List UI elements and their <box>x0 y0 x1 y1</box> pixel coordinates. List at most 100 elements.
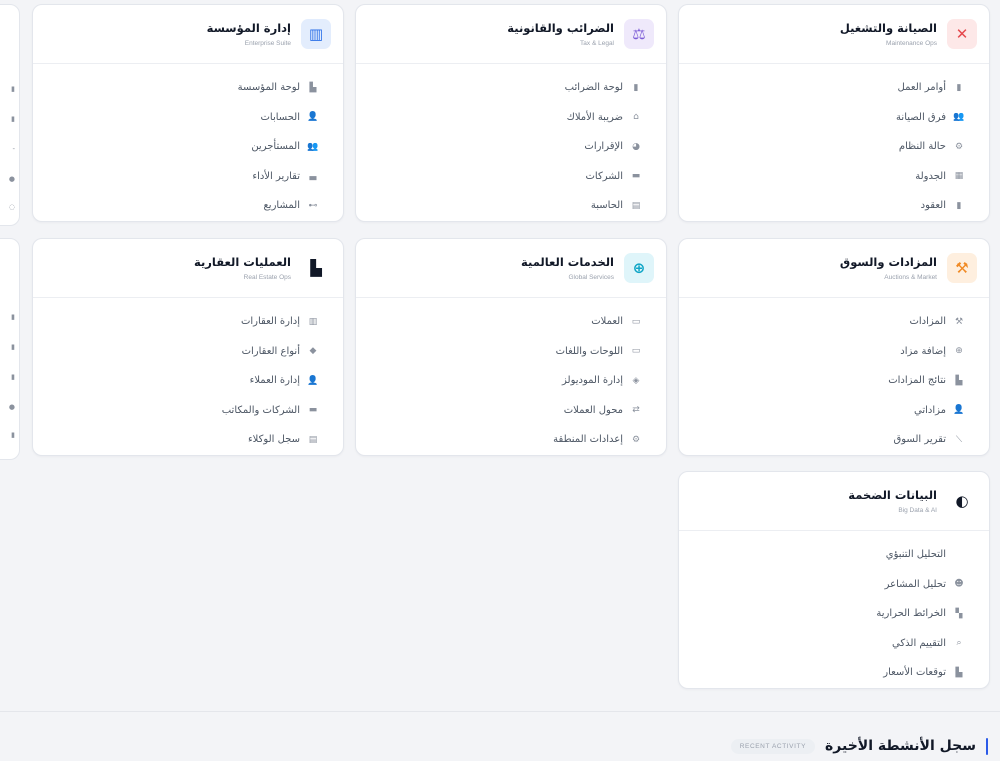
menu-item-heat-maps[interactable]: ▚ الخرائط الحرارية <box>679 599 989 629</box>
card-header: ⚖ الضرائب والقانونية Tax & Legal <box>356 5 666 64</box>
card-subtitle: Tax & Legal <box>580 40 614 47</box>
menu-item-system-status[interactable]: ⚙ حالة النظام <box>679 132 989 162</box>
user-cog-icon: 👤 <box>307 112 319 123</box>
partial-card-top[interactable]: ▮ ▮ ‑ ● ◌ <box>0 4 20 226</box>
menu-item-declarations[interactable]: ◕ الإقرارات <box>356 132 666 162</box>
card-subtitle: Big Data & AI <box>898 507 937 514</box>
file-icon: ▮ <box>633 82 639 93</box>
chart-line-icon: ⟋ <box>955 434 963 445</box>
card-header: ◐ البيانات الضخمة Big Data & AI <box>679 472 989 531</box>
card-maintenance[interactable]: ✕ الصيانة والتشغيل Maintenance Ops ▮ أوام… <box>678 4 990 222</box>
plus-circle-icon: ⊕ <box>955 346 963 357</box>
menu-item-region-settings[interactable]: ⚙ إعدادات المنطقة <box>356 425 666 455</box>
gavel-icon: ⚒ <box>947 253 977 283</box>
card-auctions-market[interactable]: ⚒ المزادات والسوق Auctions & Market ⚒ الم… <box>678 238 990 456</box>
card-tax-legal[interactable]: ⚖ الضرائب والقانونية Tax & Legal ▮ لوحة ا… <box>355 4 667 222</box>
partial-icon: ● <box>8 403 15 411</box>
menu-item-modules[interactable]: ◈ إدارة الموديولز <box>356 366 666 396</box>
users-icon: 👥 <box>307 141 319 152</box>
file-icon: ▮ <box>956 200 962 211</box>
menu-item-work-orders[interactable]: ▮ أوامر العمل <box>679 73 989 103</box>
menu-item-calculator[interactable]: ▤ الحاسبة <box>356 191 666 221</box>
partial-icon: ▮ <box>11 115 15 123</box>
card-title: البيانات الضخمة <box>848 488 937 502</box>
cog-icon: ⚙ <box>631 434 641 445</box>
menu-item-property-types[interactable]: ◆ أنواع العقارات <box>33 337 343 367</box>
tags-icon: ◆ <box>309 346 317 357</box>
accent-bar <box>986 737 988 755</box>
partial-icon: ◌ <box>8 203 15 211</box>
scales-icon: ⚖ <box>624 19 654 49</box>
menu-item-my-auctions[interactable]: 👤 مزاداتي <box>679 396 989 426</box>
wrench-screwdriver-icon: ✕ <box>947 19 977 49</box>
partial-card-middle[interactable]: ▮ ▮ ▮ ● ▮ <box>0 238 20 460</box>
card-enterprise[interactable]: ▥ إدارة المؤسسة Enterprise Suite ▙ لوحة ا… <box>32 4 344 222</box>
menu-item-market-report[interactable]: ⟋ تقرير السوق <box>679 425 989 455</box>
search-icon: ⌕ <box>956 638 962 649</box>
briefcase-icon: ▬ <box>308 405 318 416</box>
building-icon: ▥ <box>301 19 331 49</box>
menu-item-companies-offices[interactable]: ▬ الشركات والمكاتب <box>33 396 343 426</box>
menu-item-maintenance-teams[interactable]: 👥 فرق الصيانة <box>679 103 989 133</box>
money-bill-icon: ▭ <box>631 316 641 327</box>
menu-item-tax-dashboard[interactable]: ▮ لوحة الضرائب <box>356 73 666 103</box>
partial-icon: ▮ <box>11 373 15 381</box>
city-icon: ▙ <box>301 253 331 283</box>
industry-icon: ▙ <box>309 82 317 93</box>
menu-item-add-auction[interactable]: ⊕ إضافة مزاد <box>679 337 989 367</box>
calculator-icon: ▤ <box>631 200 641 211</box>
card-real-estate-ops[interactable]: ▙ العمليات العقارية Real Estate Ops ▥ إدا… <box>32 238 344 456</box>
partial-icon: ▮ <box>11 431 15 439</box>
menu-item-price-forecasts[interactable]: ▙ توقعات الأسعار <box>679 658 989 688</box>
card-header: ▥ إدارة المؤسسة Enterprise Suite <box>33 5 343 64</box>
home-icon: ⌂ <box>633 112 639 123</box>
menu-item-performance-reports[interactable]: ▃ تقارير الأداء <box>33 162 343 192</box>
card-header: ▙ العمليات العقارية Real Estate Ops <box>33 239 343 298</box>
menu-item-property-management[interactable]: ▥ إدارة العقارات <box>33 307 343 337</box>
calendar-icon: ▦ <box>954 171 964 182</box>
users-icon: 👥 <box>953 112 965 123</box>
card-header: ⚒ المزادات والسوق Auctions & Market <box>679 239 989 298</box>
recent-activity-header: سجل الأنشطة الأخيرة RECENT ACTIVITY <box>730 731 988 761</box>
menu-item-projects[interactable]: ⊶ المشاريع <box>33 191 343 221</box>
clipboard-icon: ▮ <box>956 82 962 93</box>
menu-item-property-tax[interactable]: ⌂ ضريبة الأملاك <box>356 103 666 133</box>
briefcase-icon: ▬ <box>631 171 641 182</box>
menu-item-auction-results[interactable]: ▙ نتائج المزادات <box>679 366 989 396</box>
card-header: ✕ الصيانة والتشغيل Maintenance Ops <box>679 5 989 64</box>
menu-item-agents-registry[interactable]: ▤ سجل الوكلاء <box>33 425 343 455</box>
card-global-services[interactable]: ⊕ الخدمات العالمية Global Services ▭ العم… <box>355 238 667 456</box>
chart-bar-icon: ▙ <box>955 375 963 386</box>
building-icon: ▥ <box>308 316 318 327</box>
menu-item-companies[interactable]: ▬ الشركات <box>356 162 666 192</box>
menu-item-smart-valuation[interactable]: ⌕ التقييم الذكي <box>679 629 989 659</box>
menu-item-currencies[interactable]: ▭ العملات <box>356 307 666 337</box>
user-cog-icon: 👤 <box>953 405 965 416</box>
menu-item-scheduling[interactable]: ▦ الجدولة <box>679 162 989 192</box>
menu-item-sentiment-analysis[interactable]: ☻ تحليل المشاعر <box>679 570 989 600</box>
menu-item-languages[interactable]: ▭ اللوحات واللغات <box>356 337 666 367</box>
gears-icon: ⚙ <box>954 141 964 152</box>
globe-icon: ⊕ <box>624 253 654 283</box>
smile-icon: ☻ <box>954 579 964 590</box>
menu-item-accounts[interactable]: 👤 الحسابات <box>33 103 343 133</box>
menu-item-predictive-analysis[interactable]: التحليل التنبؤي <box>679 540 989 570</box>
gavel-icon: ⚒ <box>954 316 964 327</box>
card-big-data-ai[interactable]: ◐ البيانات الضخمة Big Data & AI التحليل … <box>678 471 990 689</box>
menu-item-contracts[interactable]: ▮ العقود <box>679 191 989 221</box>
card-title: المزادات والسوق <box>839 255 937 269</box>
chart-bar-icon: ▙ <box>955 667 963 678</box>
partial-icon: ▮ <box>11 313 15 321</box>
menu-item-currency-converter[interactable]: ⇄ محول العملات <box>356 396 666 426</box>
menu-item-enterprise-dashboard[interactable]: ▙ لوحة المؤسسة <box>33 73 343 103</box>
user-tie-icon: 👤 <box>307 375 319 386</box>
recent-activity-title: سجل الأنشطة الأخيرة <box>825 738 976 754</box>
id-card-icon: ▤ <box>308 434 318 445</box>
menu-item-auctions[interactable]: ⚒ المزادات <box>679 307 989 337</box>
chart-icon: ▃ <box>309 171 317 182</box>
map-icon: ▚ <box>955 608 963 619</box>
card-subtitle: Enterprise Suite <box>244 40 291 47</box>
menu-item-client-management[interactable]: 👤 إدارة العملاء <box>33 366 343 396</box>
section-divider <box>0 711 1000 712</box>
menu-item-tenants[interactable]: 👥 المستأجرين <box>33 132 343 162</box>
